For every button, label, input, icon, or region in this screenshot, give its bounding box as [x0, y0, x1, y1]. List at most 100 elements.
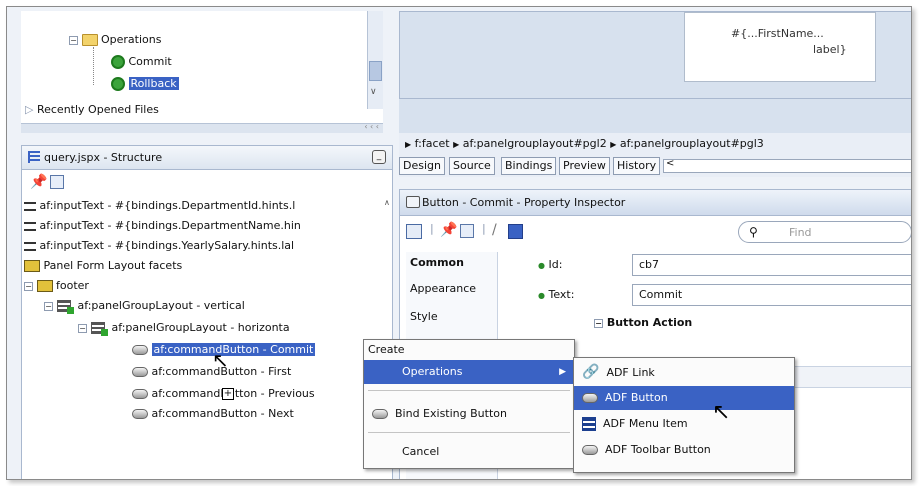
canvas-lower: [399, 99, 911, 133]
operations-node[interactable]: − Operations: [69, 33, 161, 46]
tab-source[interactable]: Source: [449, 157, 495, 175]
tree-row[interactable]: − af:panelGroupLayout - horizonta: [78, 318, 290, 338]
link-icon: 🔗: [582, 364, 600, 380]
tree-row[interactable]: af:inputText - #{bindings.DepartmentName…: [24, 216, 301, 236]
category-appearance[interactable]: Appearance: [410, 282, 476, 295]
menu-item-label: ADF Menu Item: [603, 417, 688, 430]
menu-item-adf-link[interactable]: 🔗 ADF Link: [574, 360, 794, 384]
jdeveloper-window: − Operations Commit Rollback ▷ Recently …: [6, 6, 912, 480]
menu-item-adf-menu-item[interactable]: ADF Menu Item: [574, 412, 794, 436]
breadcrumb-item[interactable]: f:facet: [415, 137, 450, 150]
menu-separator: [368, 432, 570, 433]
tab-history[interactable]: History: [613, 157, 661, 175]
row-label: af:inputText - #{bindings.DepartmentId.h…: [39, 199, 296, 212]
command-button-icon: [132, 367, 148, 377]
breadcrumb-item[interactable]: af:panelgrouplayout#pgl3: [620, 137, 764, 150]
properties-icon[interactable]: [460, 224, 474, 238]
id-label-text: Id:: [548, 258, 563, 271]
input-text-icon: [24, 221, 36, 231]
menu-item-cancel[interactable]: Cancel: [364, 440, 574, 464]
row-label: af:inputText - #{bindings.DepartmentName…: [39, 219, 301, 232]
commit-label: Commit: [128, 55, 172, 68]
command-button-icon: [132, 409, 148, 419]
structure-title: query.jspx - Structure: [44, 151, 163, 164]
row-label: af:inputText - #{bindings.YearlySalary.h…: [39, 239, 295, 252]
facet-icon: [36, 280, 53, 292]
el-label: #{...FirstName...: [731, 27, 824, 40]
edit-icon[interactable]: /: [492, 222, 497, 238]
component-icon[interactable]: [406, 224, 422, 239]
menu-item-adf-toolbar-button[interactable]: ADF Toolbar Button: [574, 438, 794, 462]
breadcrumb-trail: ▶ f:facet ▶ af:panelgrouplayout#pgl2 ▶ a…: [405, 137, 764, 150]
scroll-up-icon[interactable]: ∧: [384, 198, 390, 207]
facet-icon: [24, 260, 40, 272]
tree-row[interactable]: − af:panelGroupLayout - vertical: [44, 296, 245, 316]
pin-icon[interactable]: 📌: [30, 175, 47, 189]
expand-arrow-icon[interactable]: ▷: [25, 103, 33, 116]
collapse-icon[interactable]: −: [69, 35, 78, 45]
scroll-dots: ‹ ‹ ‹: [364, 122, 379, 131]
recent-files-node[interactable]: ▷ Recently Opened Files: [25, 103, 159, 116]
minimize-icon[interactable]: _: [372, 150, 386, 164]
collapse-icon[interactable]: −: [78, 323, 87, 333]
pi-toolbar: | 📌 | / ⚲ Find: [400, 216, 911, 248]
category-common[interactable]: Common: [410, 256, 464, 269]
id-field[interactable]: cb7: [632, 254, 911, 276]
tab-preview[interactable]: Preview: [559, 157, 610, 175]
scroll-down-icon[interactable]: ∨: [370, 87, 377, 97]
menu-item-operations[interactable]: Operations ▶: [364, 360, 574, 384]
mouse-pointer-icon: ↖: [212, 348, 229, 372]
tree-row[interactable]: af:inputText - #{bindings.YearlySalary.h…: [24, 236, 294, 256]
find-field[interactable]: ⚲ Find: [738, 221, 911, 243]
horizontal-scrollbar[interactable]: ‹ ‹ ‹: [21, 122, 383, 133]
context-menu: Create Operations ▶ Bind Existing Button…: [363, 339, 575, 469]
text-field[interactable]: Commit: [632, 284, 911, 306]
collapse-icon[interactable]: −: [594, 318, 603, 328]
context-menu-header: Create: [368, 343, 405, 356]
design-canvas: #{...FirstName... label}: [399, 11, 911, 99]
button-action-section[interactable]: − Button Action: [594, 316, 692, 329]
structure-pane: query.jspx - Structure _ 📌 ∧ af:inputTex…: [21, 145, 393, 479]
text-label-text: Text:: [548, 288, 575, 301]
collapse-icon[interactable]: −: [24, 281, 33, 291]
category-style[interactable]: Style: [410, 310, 438, 323]
tree-row[interactable]: − footer: [24, 276, 89, 296]
menu-item-label: ADF Button: [605, 391, 668, 404]
submenu-arrow-icon: ▶: [559, 367, 566, 377]
pin-icon[interactable]: 📌: [440, 222, 457, 238]
collapse-icon[interactable]: −: [44, 301, 53, 311]
tree-row[interactable]: af:inputText - #{bindings.DepartmentId.h…: [24, 196, 295, 216]
tab-bindings[interactable]: Bindings: [501, 157, 557, 175]
tab-scrollbar[interactable]: <: [663, 158, 911, 173]
tree-row[interactable]: Panel Form Layout facets: [24, 256, 182, 276]
properties-icon[interactable]: [50, 175, 64, 189]
gear-icon: [111, 55, 125, 69]
vertical-scrollbar[interactable]: ∨: [367, 11, 383, 109]
button-icon: [372, 409, 388, 419]
canvas-component[interactable]: #{...FirstName... label}: [684, 12, 876, 82]
property-row: [780, 366, 911, 388]
rollback-operation[interactable]: Rollback: [111, 77, 179, 91]
id-label: ● Id:: [538, 258, 563, 271]
separator: |: [482, 222, 486, 235]
row-label: Panel Form Layout facets: [43, 259, 183, 272]
separator: |: [430, 222, 434, 235]
binoculars-icon: ⚲: [749, 225, 758, 239]
breadcrumb-item[interactable]: af:panelgrouplayout#pgl2: [463, 137, 607, 150]
menu-item-adf-button[interactable]: ADF Button: [574, 386, 794, 410]
breadcrumb: ▶ f:facet ▶ af:panelgrouplayout#pgl2 ▶ a…: [399, 133, 911, 155]
operations-label: Operations: [101, 33, 162, 46]
button-action-label: Button Action: [606, 316, 693, 329]
button-icon: [582, 445, 598, 455]
commit-operation[interactable]: Commit: [111, 55, 172, 69]
save-icon[interactable]: [508, 224, 523, 239]
tree-row[interactable]: af:commandButton - Next: [132, 404, 294, 424]
row-label: af:commandButton - Next: [151, 407, 294, 420]
scroll-left-icon[interactable]: <: [666, 158, 674, 169]
text-label: ● Text:: [538, 288, 575, 301]
tab-design[interactable]: Design: [399, 157, 445, 175]
menu-item-bind-existing[interactable]: Bind Existing Button: [364, 402, 574, 426]
scroll-thumb[interactable]: [369, 61, 382, 81]
panel-group-layout-icon: [56, 300, 74, 314]
structure-icon: [28, 151, 40, 163]
